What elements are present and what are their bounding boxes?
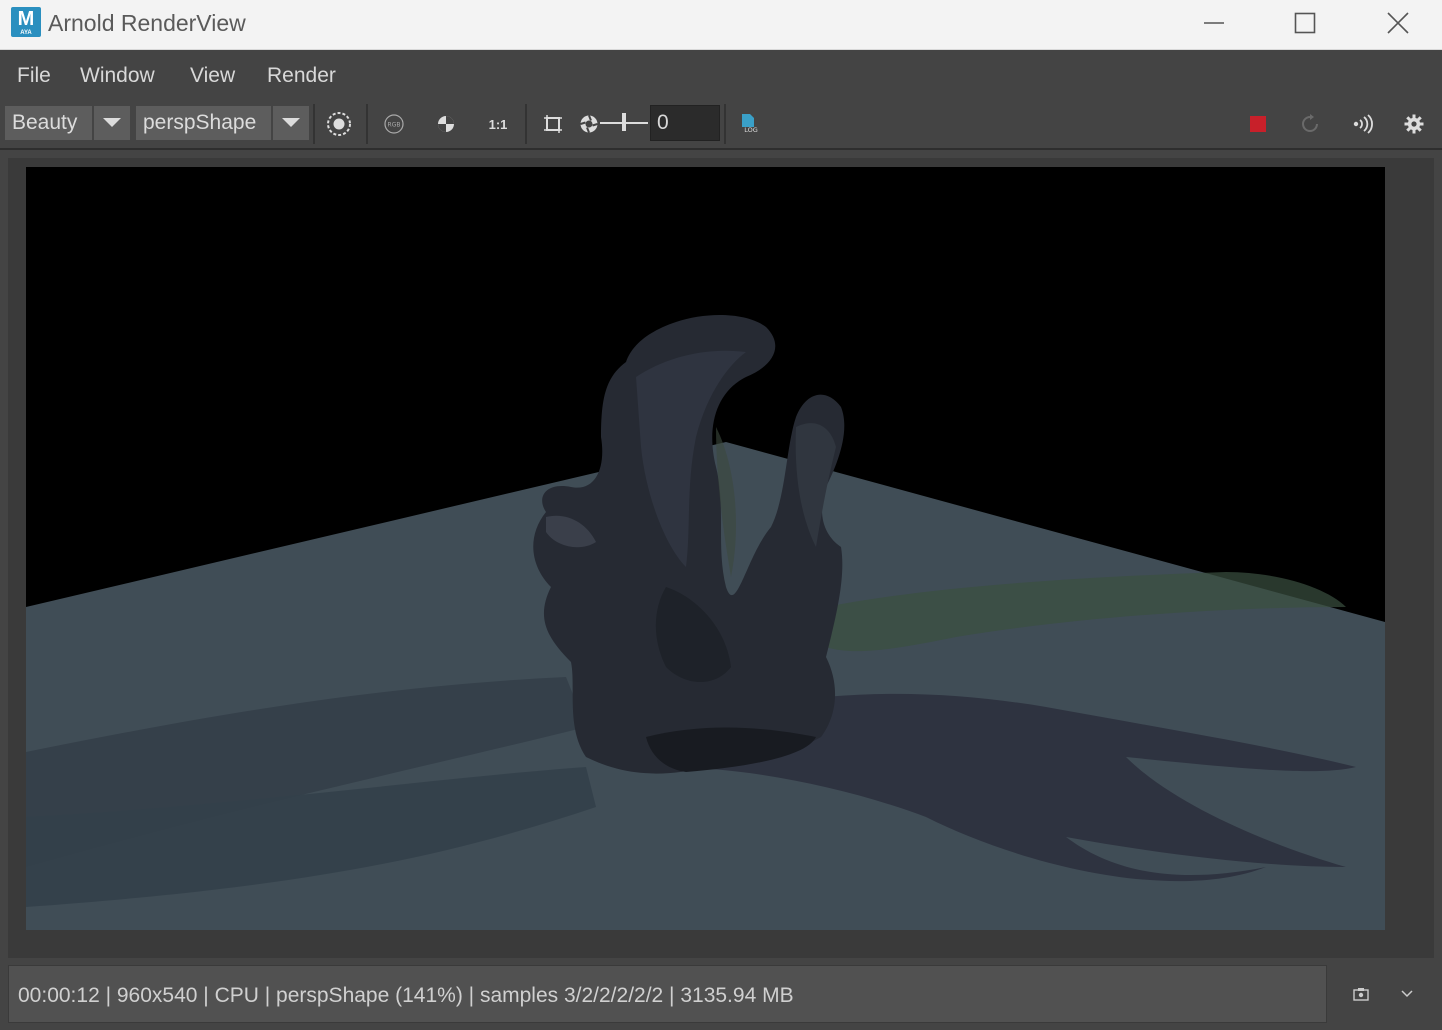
status-bar: 00:00:12 | 960x540 | CPU | perspShape (1… [8,965,1327,1023]
dropdown-arrow-icon[interactable] [271,106,309,140]
snapshot-button[interactable] [1347,980,1375,1008]
ratio-1-1-button[interactable]: 1:1 [484,110,512,138]
refresh-render-button[interactable] [1296,110,1324,138]
maximize-icon [1294,12,1316,34]
aov-dropdown-value: Beauty [12,111,78,134]
rgb-channel-icon: RGB [384,114,404,134]
app-icon-letter: M [17,8,35,30]
refresh-icon [1302,114,1318,132]
toolbar-separator [525,104,527,144]
ipr-button[interactable] [1348,110,1376,138]
menu-file[interactable]: File [17,64,51,88]
exposure-slider-handle[interactable] [622,113,626,131]
log-button[interactable]: LOG [736,110,764,138]
isolate-selection-button[interactable] [325,110,353,138]
exposure-button[interactable] [575,110,603,138]
render-viewport[interactable] [8,158,1434,958]
isolate-region-icon [327,112,351,136]
aov-dropdown[interactable]: Beauty [5,106,130,140]
minimize-button[interactable] [1183,0,1245,46]
toolbar-separator [366,104,368,144]
rendered-scene [26,167,1385,930]
snapshot-icon [1353,988,1369,1001]
menu-bar: File Window View Render [0,51,1442,98]
crop-region-icon [544,115,562,133]
toolbar-separator [313,104,315,144]
render-image[interactable] [26,167,1385,930]
maya-app-icon: M AYA [11,7,41,37]
log-file-icon: LOG [742,114,758,134]
expand-status-button[interactable] [1393,980,1421,1008]
toolbar-separator [724,104,726,144]
close-button[interactable] [1367,0,1429,46]
menu-window[interactable]: Window [80,64,155,88]
camera-dropdown-value: perspShape [143,111,257,134]
crop-region-button[interactable] [539,110,567,138]
stop-icon [1250,116,1266,132]
minimize-icon [1204,22,1224,24]
title-bar: M AYA Arnold RenderView [0,0,1442,50]
maximize-button[interactable] [1274,0,1336,46]
app-icon-subtext: AYA [20,30,32,36]
dropdown-arrow-icon[interactable] [92,106,130,140]
rgb-channel-button[interactable]: RGB [380,110,408,138]
chevron-down-icon [1401,990,1413,998]
settings-button[interactable] [1400,110,1428,138]
render-status-text: 00:00:12 | 960x540 | CPU | perspShape (1… [18,984,794,1007]
camera-dropdown[interactable]: perspShape [136,106,309,140]
toolbar: Beauty perspShape RGB 1:1 LOG [0,98,1442,150]
exposure-icon [580,115,598,133]
menu-view[interactable]: View [190,64,235,88]
exposure-input[interactable] [650,105,720,141]
svg-text:RGB: RGB [388,122,401,129]
menu-render[interactable]: Render [267,64,336,88]
checker-icon [438,116,454,132]
checker-background-button[interactable] [432,110,460,138]
gear-icon [1404,114,1424,134]
window-title: Arnold RenderView [48,10,246,36]
stop-render-button[interactable] [1244,110,1272,138]
ipr-icon [1353,114,1373,134]
svg-text:LOG: LOG [744,126,758,134]
close-icon [1387,12,1409,34]
